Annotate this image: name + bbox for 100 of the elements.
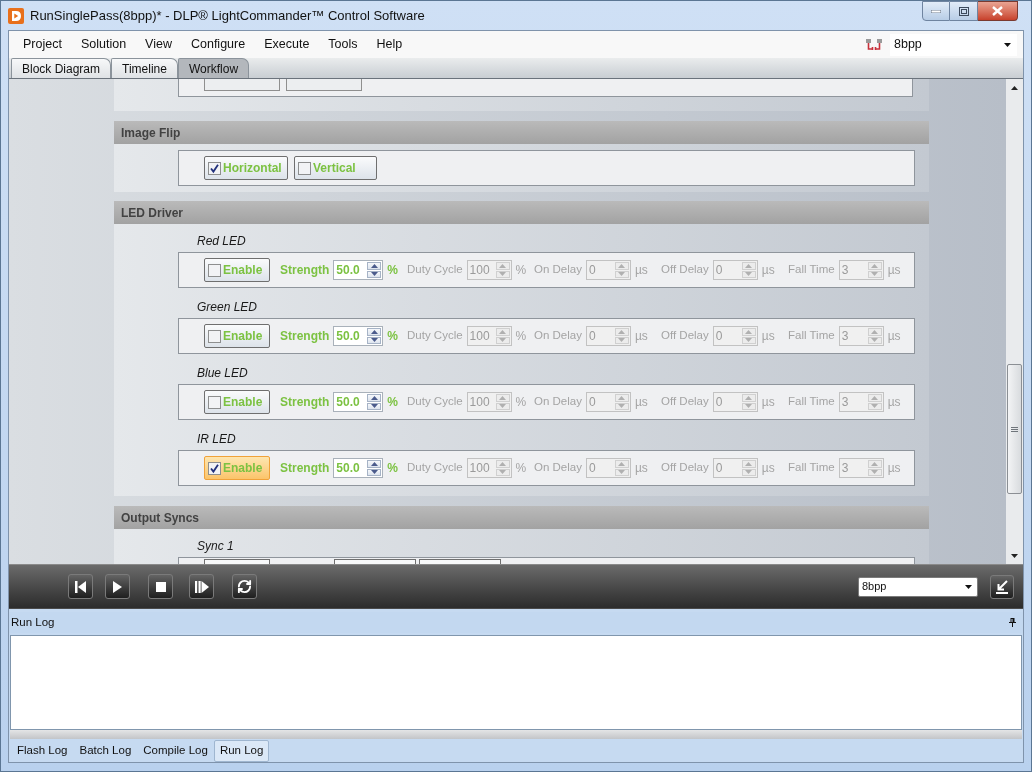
view-tab[interactable]: Timeline: [111, 58, 178, 78]
enable-button[interactable]: Enable: [204, 456, 270, 480]
option-button[interactable]: [204, 79, 280, 91]
menu-item[interactable]: View: [145, 35, 172, 54]
checkbox[interactable]: [208, 161, 221, 175]
spin-up-button[interactable]: [367, 394, 382, 402]
sync-title: Sync 1: [197, 539, 234, 553]
grip-icon: [1011, 426, 1018, 432]
up-arrow-icon: [1011, 85, 1018, 90]
configuration-dropdown[interactable]: 8bpp: [858, 576, 978, 597]
down-arrow-icon: [499, 404, 507, 409]
skip-back-button[interactable]: [68, 574, 93, 599]
enable-button[interactable]: Enable: [204, 390, 270, 414]
spin-down-button[interactable]: [367, 336, 382, 344]
log-tab[interactable]: Flash Log: [11, 739, 74, 762]
checkbox[interactable]: [208, 395, 221, 409]
field-label: On Delay: [534, 394, 582, 410]
up-arrow-icon: [618, 263, 626, 268]
play-button[interactable]: [105, 574, 130, 599]
log-output[interactable]: [10, 635, 1022, 730]
refresh-button[interactable]: [232, 574, 257, 599]
maximize-button[interactable]: [950, 1, 978, 21]
option-button[interactable]: [286, 79, 362, 91]
led-title: Green LED: [197, 300, 258, 314]
up-arrow-icon: [499, 461, 507, 466]
menu-item[interactable]: Tools: [328, 35, 358, 54]
down-arrow-icon: [1011, 553, 1018, 558]
collapse-button[interactable]: [990, 574, 1014, 599]
field-label: Duty Cycle: [407, 328, 463, 344]
down-arrow-icon: [499, 338, 507, 343]
toggle-button[interactable]: Vertical: [294, 156, 377, 180]
menu-item[interactable]: Help: [376, 35, 403, 54]
number-field[interactable]: 50.0: [333, 326, 384, 346]
down-arrow-icon: [370, 470, 378, 475]
menu-item[interactable]: Execute: [264, 35, 310, 54]
view-tab[interactable]: Block Diagram: [11, 58, 112, 78]
scrollbar-thumb[interactable]: [1007, 364, 1022, 494]
pin-icon: [1009, 618, 1016, 627]
unit-label: µs: [761, 262, 775, 279]
caret-icon: [1004, 42, 1011, 47]
up-arrow-icon: [871, 263, 879, 268]
stop-button[interactable]: [148, 574, 173, 599]
sync-button[interactable]: [419, 559, 501, 564]
caret-icon: [965, 584, 972, 589]
up-arrow-icon: [871, 329, 879, 334]
close-button[interactable]: [978, 1, 1018, 21]
spin-up-button[interactable]: [367, 262, 382, 270]
down-arrow-icon: [745, 404, 753, 409]
down-arrow-icon: [370, 272, 378, 277]
menu-item[interactable]: Configure: [190, 35, 246, 54]
log-tab[interactable]: Compile Log: [137, 739, 214, 762]
step-forward-button[interactable]: [189, 574, 214, 599]
checkbox[interactable]: [208, 263, 221, 277]
number-field[interactable]: 50.0: [333, 458, 384, 478]
unit-label: µs: [887, 394, 901, 411]
unit-label: %: [515, 460, 527, 477]
number-field[interactable]: 50.0: [333, 260, 384, 280]
spin-up-button[interactable]: [367, 328, 382, 336]
menu-item[interactable]: Solution: [80, 35, 127, 54]
minimize-button[interactable]: [922, 1, 950, 21]
arrow-down-left-icon: [995, 579, 1009, 594]
spin-up-button[interactable]: [367, 460, 382, 468]
play-icon: [113, 580, 122, 593]
sync-button[interactable]: [204, 559, 270, 564]
view-tab[interactable]: Workflow: [177, 58, 250, 78]
spin-down-button[interactable]: [367, 468, 382, 476]
down-arrow-icon: [499, 272, 507, 277]
led-title: Blue LED: [197, 366, 248, 380]
log-tab[interactable]: Run Log: [213, 739, 270, 762]
enable-button[interactable]: Enable: [204, 324, 270, 348]
field-label: Strength: [280, 328, 330, 345]
sync-button[interactable]: [334, 559, 416, 564]
up-arrow-icon: [745, 329, 753, 334]
configuration-dropdown[interactable]: 8bpp: [890, 33, 1017, 56]
app-logo-icon: [8, 7, 24, 24]
number-field[interactable]: 50.0: [333, 392, 384, 412]
down-arrow-icon: [745, 338, 753, 343]
menu-item[interactable]: Project: [23, 35, 62, 54]
checkbox[interactable]: [208, 329, 221, 343]
log-tab[interactable]: Batch Log: [73, 739, 138, 762]
maximize-icon: [958, 6, 969, 16]
window-title: RunSinglePass(8bpp)* - DLP® LightCommander™ Control Software: [30, 6, 425, 25]
unit-label: µs: [887, 328, 901, 345]
enable-button[interactable]: Enable: [204, 258, 270, 282]
panel-title: Run Log: [11, 614, 55, 630]
unit-label: µs: [887, 262, 901, 279]
field-label: Strength: [280, 262, 330, 279]
section-header: LED Driver: [114, 201, 929, 224]
led-title: IR LED: [197, 432, 236, 446]
skip-back-icon: [75, 580, 86, 593]
spin-down-button[interactable]: [367, 270, 382, 278]
spin-down-button[interactable]: [367, 402, 382, 410]
down-arrow-icon: [745, 470, 753, 475]
toggle-button[interactable]: Horizontal: [204, 156, 288, 180]
up-arrow-icon: [499, 395, 507, 400]
checkbox[interactable]: [298, 161, 311, 175]
checkbox[interactable]: [208, 461, 221, 475]
unit-label: %: [515, 394, 527, 411]
field-label: Duty Cycle: [407, 460, 463, 476]
down-arrow-icon: [370, 404, 378, 409]
